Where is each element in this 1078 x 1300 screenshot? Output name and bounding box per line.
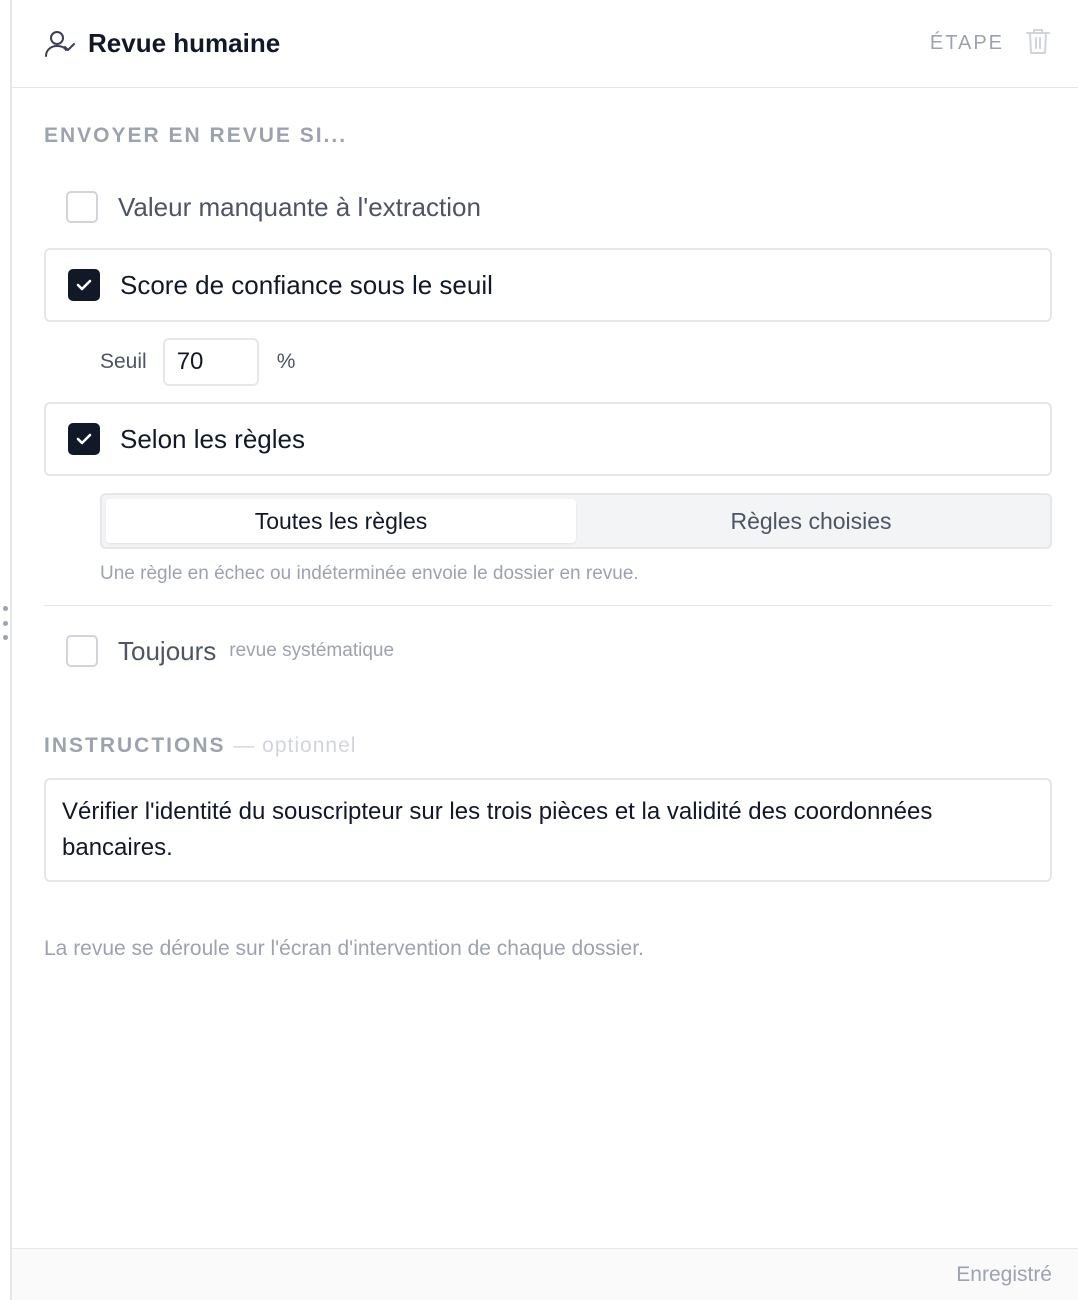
- delete-step-button[interactable]: [1024, 27, 1052, 60]
- option-label: Selon les règles: [120, 423, 305, 454]
- rules-mode-toggle: Toutes les règles Règles choisies: [100, 493, 1052, 549]
- option-always[interactable]: Toujours revue systématique: [44, 614, 1052, 688]
- option-rules[interactable]: Selon les règles: [44, 402, 1052, 476]
- instructions-textarea[interactable]: Vérifier l'identité du souscripteur sur …: [44, 778, 1052, 882]
- option-label: Score de confiance sous le seuil: [120, 269, 493, 300]
- instructions-label: INSTRUCTIONS: [44, 734, 226, 757]
- resize-handle[interactable]: [1, 606, 9, 640]
- review-footnote: La revue se déroule sur l'écran d'interv…: [44, 937, 644, 960]
- check-icon: [76, 433, 92, 445]
- threshold-unit: %: [276, 350, 296, 373]
- panel-footer: Enregistré: [12, 1248, 1078, 1300]
- option-label: Valeur manquante à l'extraction: [118, 191, 481, 222]
- missing-value-checkbox[interactable]: [66, 191, 98, 223]
- user-check-icon: [44, 28, 76, 60]
- step-label: ÉTAPE: [929, 32, 1004, 54]
- option-label: Toujours: [118, 635, 217, 666]
- rules-mode-all[interactable]: Toutes les règles: [106, 499, 576, 543]
- threshold-label: Seuil: [100, 350, 147, 373]
- always-checkbox[interactable]: [66, 635, 98, 667]
- threshold-row: Seuil %: [44, 330, 1052, 394]
- confidence-score-checkbox[interactable]: [68, 269, 100, 301]
- instructions-heading: INSTRUCTIONS — optionnel: [44, 734, 1052, 758]
- option-sublabel: revue systématique: [229, 640, 395, 661]
- panel-header: Revue humaine ÉTAPE: [12, 0, 1078, 88]
- panel-content: ENVOYER EN REVUE SI... Valeur manquante …: [12, 124, 1078, 961]
- rules-mode-selected[interactable]: Règles choisies: [576, 499, 1046, 543]
- save-status: Enregistré: [956, 1262, 1052, 1286]
- panel-title: Revue humaine: [88, 28, 281, 58]
- threshold-input[interactable]: [162, 338, 259, 386]
- instructions-optional: — optionnel: [233, 734, 357, 757]
- option-missing-value[interactable]: Valeur manquante à l'extraction: [44, 170, 1052, 244]
- review-conditions-heading: ENVOYER EN REVUE SI...: [44, 124, 348, 147]
- option-confidence-score[interactable]: Score de confiance sous le seuil: [44, 248, 1052, 322]
- panel-resize-rail: [0, 0, 12, 1300]
- rules-hint: Une règle en échec ou indéterminée envoi…: [100, 563, 639, 584]
- divider: [44, 605, 1052, 606]
- human-review-panel: Revue humaine ÉTAPE ENVOYER EN REVUE SI.…: [12, 0, 1078, 1300]
- check-icon: [76, 279, 92, 291]
- trash-icon: [1025, 27, 1051, 60]
- rules-checkbox[interactable]: [68, 423, 100, 455]
